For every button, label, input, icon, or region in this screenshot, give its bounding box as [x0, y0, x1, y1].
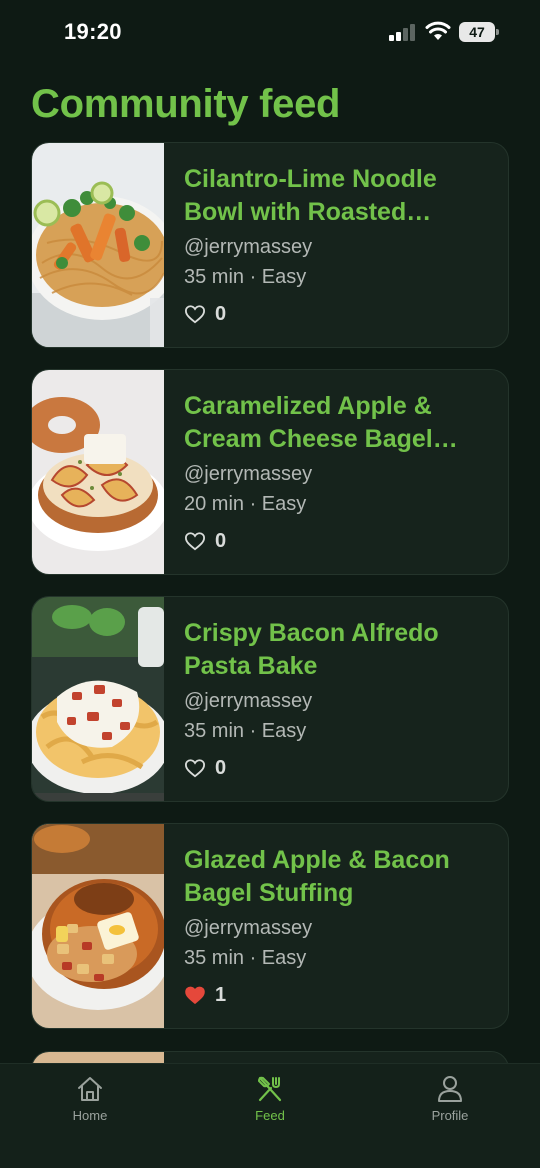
recipe-meta: 35 min · Easy [184, 947, 307, 969]
like-button[interactable]: 0 [184, 753, 494, 783]
status-bar: 19:20 47 [0, 0, 540, 64]
recipe-image [32, 824, 164, 1028]
recipe-title[interactable]: Crispy Bacon Alfredo Pasta Bake [184, 617, 494, 683]
page-title: Community feed [31, 82, 341, 126]
recipe-meta: 20 min · Easy [184, 493, 307, 515]
person-icon [438, 1076, 462, 1102]
recipe-author[interactable]: @jerrymassey [184, 232, 494, 262]
recipe-image [32, 143, 164, 347]
tab-profile[interactable]: Profile [390, 1074, 510, 1134]
like-button[interactable]: 0 [184, 526, 494, 556]
recipe-card[interactable]: Caramelized Apple & Cream Cheese Bagel T… [31, 369, 509, 575]
like-count: 1 [215, 983, 227, 1006]
cellular-signal-icon [389, 24, 417, 41]
recipe-author[interactable]: @jerrymassey [184, 459, 494, 489]
utensils-icon [258, 1076, 282, 1102]
like-count: 0 [215, 529, 227, 552]
battery-icon: 47 [459, 22, 499, 42]
recipe-info: Glazed Apple & Bacon Bagel Stuffing @jer… [184, 844, 494, 1010]
like-button[interactable]: 1 [184, 980, 494, 1010]
tab-label: Home [72, 1108, 108, 1123]
recipe-info: Cilantro-Lime Noodle Bowl with Roasted S… [184, 163, 494, 329]
recipe-card[interactable]: Glazed Apple & Bacon Bagel Stuffing @jer… [31, 823, 509, 1029]
recipe-card[interactable]: Crispy Bacon Alfredo Pasta Bake @jerryma… [31, 596, 509, 802]
tab-label: Profile [431, 1108, 469, 1123]
recipe-author[interactable]: @jerrymassey [184, 913, 494, 943]
status-time: 19:20 [64, 19, 122, 44]
heart-outline-icon [184, 759, 206, 778]
recipe-meta: 35 min · Easy [184, 720, 307, 742]
recipe-info: Caramelized Apple & Cream Cheese Bagel T… [184, 390, 494, 556]
recipe-image [32, 597, 164, 801]
heart-outline-icon [184, 532, 206, 551]
tab-feed[interactable]: Feed [210, 1074, 330, 1134]
recipe-title[interactable]: Glazed Apple & Bacon Bagel Stuffing [184, 844, 494, 910]
home-icon [78, 1077, 102, 1101]
tab-bar: Home Feed Profile [0, 1063, 540, 1168]
recipe-title[interactable]: Caramelized Apple & Cream Cheese Bagel T… [184, 390, 494, 456]
like-count: 0 [215, 302, 227, 325]
tab-label: Feed [255, 1108, 285, 1123]
recipe-card[interactable]: Cilantro-Lime Noodle Bowl with Roasted S… [31, 142, 509, 348]
heart-filled-icon [185, 986, 205, 1005]
heart-outline-icon [184, 305, 206, 324]
screen: 19:20 47 Community feed Cilantro-Lime No… [0, 0, 540, 1168]
recipe-info: Crispy Bacon Alfredo Pasta Bake @jerryma… [184, 617, 494, 783]
recipe-image [32, 370, 164, 574]
tab-home[interactable]: Home [30, 1074, 150, 1134]
wifi-icon [425, 21, 451, 40]
recipe-meta: 35 min · Easy [184, 266, 307, 288]
battery-level: 47 [459, 22, 495, 42]
like-button[interactable]: 0 [184, 299, 494, 329]
recipe-title[interactable]: Cilantro-Lime Noodle Bowl with Roasted S… [184, 163, 494, 229]
like-count: 0 [215, 756, 227, 779]
recipe-author[interactable]: @jerrymassey [184, 686, 494, 716]
